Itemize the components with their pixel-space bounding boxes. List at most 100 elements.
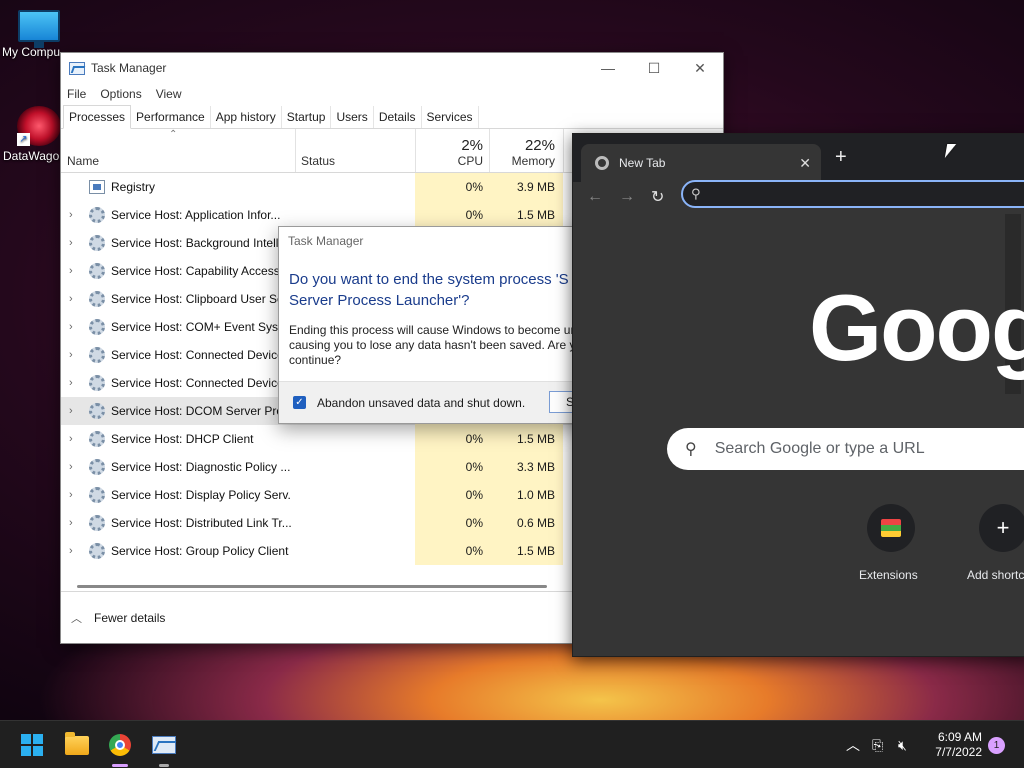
dialog-body: Ending this process will cause Windows t… bbox=[279, 311, 597, 368]
process-cpu: 0% bbox=[415, 481, 489, 509]
chrome-tab[interactable]: New Tab ✕ bbox=[581, 144, 821, 182]
chevron-up-icon: ︿ bbox=[846, 737, 860, 753]
chevron-right-icon[interactable]: › bbox=[69, 237, 73, 249]
chevron-right-icon[interactable]: › bbox=[69, 265, 73, 277]
gear-icon bbox=[89, 375, 105, 391]
running-indicator bbox=[159, 764, 169, 767]
column-status[interactable]: Status bbox=[301, 154, 335, 168]
tab-title: New Tab bbox=[619, 156, 666, 170]
tab-processes[interactable]: Processes bbox=[63, 105, 132, 129]
chevron-right-icon[interactable]: › bbox=[69, 517, 73, 529]
shortcut-extensions[interactable] bbox=[867, 504, 915, 552]
menu-options[interactable]: Options bbox=[100, 87, 141, 101]
process-name: Service Host: COM+ Event Syste... bbox=[111, 320, 291, 334]
process-name: Service Host: Display Policy Serv... bbox=[111, 488, 291, 502]
menu-file[interactable]: File bbox=[67, 87, 86, 101]
tab-startup[interactable]: Startup bbox=[282, 106, 332, 128]
chevron-right-icon[interactable]: › bbox=[69, 377, 73, 389]
abandon-data-checkbox[interactable]: ✓ bbox=[293, 396, 306, 409]
process-memory: 1.5 MB bbox=[489, 201, 563, 229]
column-name[interactable]: Name bbox=[67, 154, 99, 168]
tab-details[interactable]: Details bbox=[374, 106, 422, 128]
menu-view[interactable]: View bbox=[156, 87, 182, 101]
tab-close-icon[interactable]: ✕ bbox=[799, 155, 811, 172]
chevron-right-icon[interactable]: › bbox=[69, 293, 73, 305]
end-process-dialog: Task Manager Do you want to end the syst… bbox=[278, 226, 629, 424]
gear-icon bbox=[89, 291, 105, 307]
address-bar[interactable]: ⚲ bbox=[681, 180, 1024, 208]
close-button[interactable]: ✕ bbox=[677, 53, 723, 83]
process-memory: 1.0 MB bbox=[489, 481, 563, 509]
process-memory: 3.9 MB bbox=[489, 173, 563, 201]
google-search-box[interactable]: ⚲ Search Google or type a URL bbox=[667, 428, 1024, 470]
clock[interactable]: 6:09 AM 7/7/2022 bbox=[926, 730, 982, 760]
plus-icon: + bbox=[996, 515, 1010, 540]
process-name: Service Host: DHCP Client bbox=[111, 432, 254, 446]
chevron-right-icon[interactable]: › bbox=[69, 461, 73, 473]
chevron-right-icon[interactable]: › bbox=[69, 209, 73, 221]
process-cpu: 0% bbox=[415, 173, 489, 201]
chrome-icon bbox=[109, 734, 131, 756]
process-cpu: 0% bbox=[415, 509, 489, 537]
chevron-right-icon[interactable]: › bbox=[69, 405, 73, 417]
gear-icon bbox=[89, 235, 105, 251]
taskbar: ︿ ⎘ 🔇︎ 6:09 AM 7/7/2022 1 bbox=[0, 720, 1024, 768]
task-manager-icon bbox=[152, 736, 176, 754]
volume-muted-icon[interactable]: 🔇︎ bbox=[898, 721, 907, 768]
chevron-right-icon[interactable]: › bbox=[69, 489, 73, 501]
horizontal-scrollbar[interactable] bbox=[77, 585, 547, 588]
taskbar-file-explorer[interactable] bbox=[61, 729, 93, 761]
process-name: Registry bbox=[111, 180, 156, 194]
memory-total: 22% bbox=[524, 137, 555, 154]
title-bar[interactable]: Task Manager — ☐ ✕ bbox=[61, 53, 723, 83]
cpu-total: 2% bbox=[461, 137, 483, 154]
process-name: Service Host: Background Intelli... bbox=[111, 236, 291, 250]
process-name: Service Host: Connected Device... bbox=[111, 348, 291, 362]
maximize-button[interactable]: ☐ bbox=[631, 53, 677, 83]
chrome-favicon-icon bbox=[595, 156, 609, 170]
google-logo: Goog bbox=[809, 275, 1024, 380]
chrome-window: New Tab ✕ + ← → ↻ ⚲ Goog ⚲ Search Google… bbox=[572, 133, 1024, 657]
back-arrow-icon[interactable]: ← bbox=[587, 188, 619, 206]
chevron-right-icon[interactable]: › bbox=[69, 433, 73, 445]
column-memory[interactable]: Memory bbox=[505, 154, 555, 168]
body-line: causing you to lose any data hasn't been… bbox=[289, 338, 583, 352]
notification-badge[interactable]: 1 bbox=[988, 737, 1005, 754]
show-hidden-icons-button[interactable]: ︿ bbox=[846, 721, 860, 768]
sort-up-icon: ⌃ bbox=[169, 129, 178, 140]
chevron-right-icon[interactable]: › bbox=[69, 349, 73, 361]
reload-icon[interactable]: ↻ bbox=[651, 187, 683, 207]
new-tab-button[interactable]: + bbox=[835, 146, 847, 169]
gear-icon bbox=[89, 515, 105, 531]
body-line: continue? bbox=[289, 353, 342, 367]
process-name: Service Host: DCOM Server Proc... bbox=[111, 404, 291, 418]
windows-icon bbox=[21, 734, 43, 756]
tab-app-history[interactable]: App history bbox=[211, 106, 282, 128]
datawagon-icon: ↗ bbox=[17, 106, 61, 146]
registry-icon bbox=[89, 180, 105, 194]
task-manager-icon bbox=[69, 61, 85, 75]
question-line: Do you want to end the system process 'S bbox=[289, 271, 569, 288]
tab-users[interactable]: Users bbox=[331, 106, 374, 128]
fewer-details-link[interactable]: Fewer details bbox=[94, 611, 165, 625]
gear-icon bbox=[89, 403, 105, 419]
tab-performance[interactable]: Performance bbox=[131, 106, 211, 128]
chevron-right-icon[interactable]: › bbox=[69, 545, 73, 557]
forward-arrow-icon[interactable]: → bbox=[619, 188, 651, 206]
taskbar-task-manager[interactable] bbox=[148, 729, 180, 767]
add-shortcut-button[interactable]: + bbox=[979, 504, 1024, 552]
process-name: Service Host: Connected Device... bbox=[111, 376, 291, 390]
gear-icon bbox=[89, 263, 105, 279]
chevron-right-icon[interactable]: › bbox=[69, 321, 73, 333]
column-cpu[interactable]: CPU bbox=[431, 154, 483, 168]
gear-icon bbox=[89, 543, 105, 559]
minimize-button[interactable]: — bbox=[585, 53, 631, 83]
taskbar-chrome[interactable] bbox=[104, 729, 136, 767]
gear-icon bbox=[89, 319, 105, 335]
network-icon[interactable]: ⎘ bbox=[872, 721, 883, 768]
gear-icon bbox=[89, 459, 105, 475]
process-memory: 1.5 MB bbox=[489, 537, 563, 565]
tab-services[interactable]: Services bbox=[422, 106, 479, 128]
process-name: Service Host: Application Infor... bbox=[111, 208, 281, 222]
start-button[interactable] bbox=[16, 729, 48, 761]
